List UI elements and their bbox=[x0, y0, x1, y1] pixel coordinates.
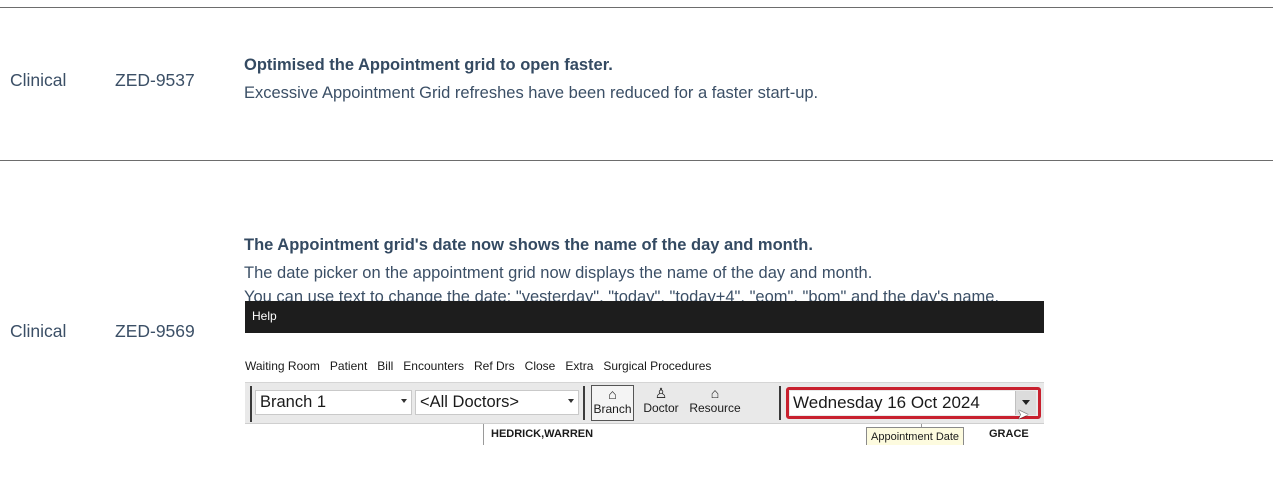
menu-ref-drs[interactable]: Ref Drs bbox=[469, 359, 520, 373]
branch-house-icon: ⌂ bbox=[608, 386, 617, 402]
description-cell: Optimised the Appointment grid to open f… bbox=[234, 0, 1273, 161]
change-description: Excessive Appointment Grid refreshes hav… bbox=[244, 84, 819, 102]
doctor-button[interactable]: ♙ Doctor bbox=[639, 385, 683, 421]
resource-building-icon: ⌂ bbox=[710, 385, 720, 401]
menu-surgical-procedures[interactable]: Surgical Procedures bbox=[598, 359, 716, 373]
table-row: Clinical ZED-9537 Optimised the Appointm… bbox=[0, 0, 1273, 161]
table-row: Clinical ZED-9569 The Appointment grid's… bbox=[0, 161, 1273, 502]
grid-divider bbox=[483, 424, 484, 445]
menu-waiting-room[interactable]: Waiting Room bbox=[245, 359, 325, 373]
appointment-date-tooltip: Appointment Date bbox=[866, 427, 965, 445]
mouse-cursor-icon: ➤ bbox=[1017, 406, 1029, 422]
app-titlebar: Help bbox=[245, 301, 1044, 333]
change-title: Optimised the Appointment grid to open f… bbox=[244, 56, 613, 74]
branch-select-value: Branch 1 bbox=[260, 393, 327, 411]
toolbar-separator bbox=[583, 386, 585, 420]
grid-column-doctor[interactable]: GRACE bbox=[989, 428, 1029, 440]
help-menu[interactable]: Help bbox=[252, 309, 277, 323]
resource-button[interactable]: ⌂ Resource bbox=[687, 385, 743, 421]
category-cell: Clinical bbox=[10, 70, 67, 90]
branch-button-label: Branch bbox=[593, 402, 632, 416]
change-description: The date picker on the appointment grid … bbox=[244, 264, 873, 282]
app-menubar: Waiting Room Patient Bill Encounters Ref… bbox=[245, 359, 716, 373]
row-divider bbox=[0, 160, 1273, 161]
menu-extra[interactable]: Extra bbox=[560, 359, 598, 373]
chevron-down-icon bbox=[401, 399, 407, 403]
appointment-grid-screenshot: Help Waiting Room Patient Bill Encounter… bbox=[245, 301, 1044, 445]
branch-button[interactable]: ⌂ Branch bbox=[591, 385, 634, 421]
issue-id-cell: ZED-9569 bbox=[115, 321, 195, 341]
menu-patient[interactable]: Patient bbox=[325, 359, 372, 373]
doctor-person-icon: ♙ bbox=[654, 385, 668, 401]
category-cell: Clinical bbox=[10, 321, 67, 341]
doctors-select-value: <All Doctors> bbox=[420, 393, 520, 411]
grid-column-doctor[interactable]: HEDRICK,WARREN bbox=[491, 428, 593, 440]
doctors-select[interactable]: <All Doctors> bbox=[415, 390, 579, 415]
toolbar-grip[interactable] bbox=[250, 386, 252, 422]
chevron-down-icon bbox=[568, 399, 574, 403]
doctor-button-label: Doctor bbox=[643, 401, 679, 415]
table-border bbox=[0, 7, 1273, 8]
branch-select[interactable]: Branch 1 bbox=[255, 390, 412, 415]
date-highlight-box bbox=[786, 387, 1041, 419]
toolbar-separator bbox=[779, 386, 781, 420]
issue-id-cell: ZED-9537 bbox=[115, 70, 195, 90]
menu-encounters[interactable]: Encounters bbox=[398, 359, 469, 373]
change-title: The Appointment grid's date now shows th… bbox=[244, 236, 813, 254]
resource-button-label: Resource bbox=[689, 401, 741, 415]
menu-bill[interactable]: Bill bbox=[372, 359, 398, 373]
menu-close[interactable]: Close bbox=[520, 359, 561, 373]
